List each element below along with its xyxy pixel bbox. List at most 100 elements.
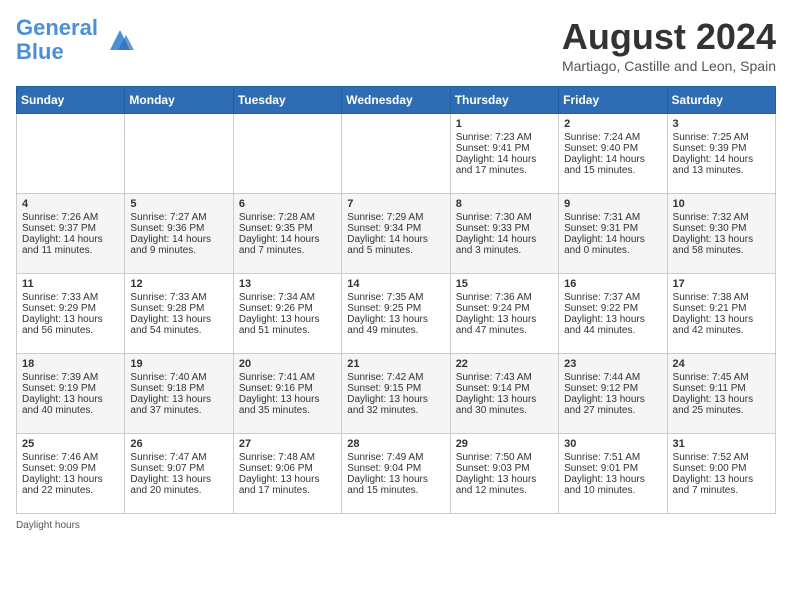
day-info: Sunrise: 7:38 AM: [673, 292, 770, 303]
calendar-cell: 16Sunrise: 7:37 AMSunset: 9:22 PMDayligh…: [559, 274, 667, 354]
day-info: Sunset: 9:12 PM: [564, 383, 661, 394]
day-info: Sunset: 9:30 PM: [673, 223, 770, 234]
day-info: Daylight: 13 hours and 58 minutes.: [673, 234, 770, 256]
calendar-cell: 3Sunrise: 7:25 AMSunset: 9:39 PMDaylight…: [667, 114, 775, 194]
calendar-cell: [233, 114, 341, 194]
day-info: Sunset: 9:19 PM: [22, 383, 119, 394]
calendar-cell: 31Sunrise: 7:52 AMSunset: 9:00 PMDayligh…: [667, 434, 775, 514]
calendar-cell: 24Sunrise: 7:45 AMSunset: 9:11 PMDayligh…: [667, 354, 775, 434]
day-info: Daylight: 13 hours and 22 minutes.: [22, 474, 119, 496]
month-title: August 2024: [562, 16, 776, 58]
calendar-cell: [125, 114, 233, 194]
calendar-cell: 22Sunrise: 7:43 AMSunset: 9:14 PMDayligh…: [450, 354, 558, 434]
day-number: 5: [130, 198, 227, 210]
day-info: Sunrise: 7:44 AM: [564, 372, 661, 383]
day-header-saturday: Saturday: [667, 87, 775, 114]
calendar-cell: 17Sunrise: 7:38 AMSunset: 9:21 PMDayligh…: [667, 274, 775, 354]
day-number: 23: [564, 358, 661, 370]
day-number: 19: [130, 358, 227, 370]
day-info: Sunset: 9:06 PM: [239, 463, 336, 474]
day-info: Sunset: 9:33 PM: [456, 223, 553, 234]
calendar-cell: 8Sunrise: 7:30 AMSunset: 9:33 PMDaylight…: [450, 194, 558, 274]
day-number: 20: [239, 358, 336, 370]
calendar-cell: [342, 114, 450, 194]
calendar-cell: 20Sunrise: 7:41 AMSunset: 9:16 PMDayligh…: [233, 354, 341, 434]
day-info: Daylight: 14 hours and 15 minutes.: [564, 154, 661, 176]
day-info: Sunrise: 7:46 AM: [22, 452, 119, 463]
day-info: Sunset: 9:24 PM: [456, 303, 553, 314]
day-info: Sunset: 9:16 PM: [239, 383, 336, 394]
day-info: Daylight: 14 hours and 9 minutes.: [130, 234, 227, 256]
footer-note: Daylight hours: [16, 520, 776, 531]
day-info: Sunset: 9:41 PM: [456, 143, 553, 154]
day-info: Daylight: 14 hours and 0 minutes.: [564, 234, 661, 256]
week-row-1: 1Sunrise: 7:23 AMSunset: 9:41 PMDaylight…: [17, 114, 776, 194]
calendar-table: SundayMondayTuesdayWednesdayThursdayFrid…: [16, 86, 776, 514]
calendar-cell: 19Sunrise: 7:40 AMSunset: 9:18 PMDayligh…: [125, 354, 233, 434]
calendar-cell: 2Sunrise: 7:24 AMSunset: 9:40 PMDaylight…: [559, 114, 667, 194]
day-info: Sunrise: 7:35 AM: [347, 292, 444, 303]
calendar-cell: 9Sunrise: 7:31 AMSunset: 9:31 PMDaylight…: [559, 194, 667, 274]
day-number: 16: [564, 278, 661, 290]
day-number: 6: [239, 198, 336, 210]
day-info: Daylight: 13 hours and 37 minutes.: [130, 394, 227, 416]
calendar-cell: 28Sunrise: 7:49 AMSunset: 9:04 PMDayligh…: [342, 434, 450, 514]
day-info: Daylight: 13 hours and 20 minutes.: [130, 474, 227, 496]
day-info: Sunset: 9:15 PM: [347, 383, 444, 394]
day-info: Daylight: 13 hours and 25 minutes.: [673, 394, 770, 416]
day-info: Daylight: 14 hours and 7 minutes.: [239, 234, 336, 256]
day-number: 11: [22, 278, 119, 290]
day-info: Daylight: 13 hours and 47 minutes.: [456, 314, 553, 336]
day-info: Daylight: 13 hours and 54 minutes.: [130, 314, 227, 336]
day-info: Daylight: 13 hours and 10 minutes.: [564, 474, 661, 496]
day-info: Daylight: 13 hours and 49 minutes.: [347, 314, 444, 336]
day-number: 30: [564, 438, 661, 450]
day-info: Daylight: 13 hours and 42 minutes.: [673, 314, 770, 336]
day-header-sunday: Sunday: [17, 87, 125, 114]
logo-general: General: [16, 15, 98, 40]
day-info: Sunset: 9:09 PM: [22, 463, 119, 474]
day-info: Sunrise: 7:33 AM: [22, 292, 119, 303]
day-info: Daylight: 13 hours and 51 minutes.: [239, 314, 336, 336]
day-header-thursday: Thursday: [450, 87, 558, 114]
day-info: Sunset: 9:03 PM: [456, 463, 553, 474]
day-info: Sunrise: 7:51 AM: [564, 452, 661, 463]
day-info: Sunset: 9:37 PM: [22, 223, 119, 234]
calendar-cell: 7Sunrise: 7:29 AMSunset: 9:34 PMDaylight…: [342, 194, 450, 274]
day-info: Sunset: 9:35 PM: [239, 223, 336, 234]
day-info: Daylight: 13 hours and 44 minutes.: [564, 314, 661, 336]
calendar-cell: 21Sunrise: 7:42 AMSunset: 9:15 PMDayligh…: [342, 354, 450, 434]
day-info: Sunset: 9:21 PM: [673, 303, 770, 314]
logo: General Blue: [16, 16, 140, 64]
calendar-cell: 27Sunrise: 7:48 AMSunset: 9:06 PMDayligh…: [233, 434, 341, 514]
day-info: Daylight: 13 hours and 7 minutes.: [673, 474, 770, 496]
day-info: Sunset: 9:31 PM: [564, 223, 661, 234]
calendar-cell: 23Sunrise: 7:44 AMSunset: 9:12 PMDayligh…: [559, 354, 667, 434]
day-number: 3: [673, 118, 770, 130]
day-info: Sunset: 9:00 PM: [673, 463, 770, 474]
day-info: Daylight: 13 hours and 15 minutes.: [347, 474, 444, 496]
day-info: Sunrise: 7:32 AM: [673, 212, 770, 223]
day-info: Sunset: 9:04 PM: [347, 463, 444, 474]
day-info: Sunrise: 7:33 AM: [130, 292, 227, 303]
day-info: Sunrise: 7:39 AM: [22, 372, 119, 383]
day-number: 29: [456, 438, 553, 450]
day-info: Daylight: 14 hours and 3 minutes.: [456, 234, 553, 256]
day-info: Sunrise: 7:40 AM: [130, 372, 227, 383]
day-info: Sunrise: 7:48 AM: [239, 452, 336, 463]
day-info: Daylight: 13 hours and 40 minutes.: [22, 394, 119, 416]
day-info: Sunrise: 7:28 AM: [239, 212, 336, 223]
day-info: Sunrise: 7:37 AM: [564, 292, 661, 303]
logo-text: General Blue: [16, 16, 98, 64]
day-info: Sunrise: 7:45 AM: [673, 372, 770, 383]
day-number: 21: [347, 358, 444, 370]
calendar-cell: 18Sunrise: 7:39 AMSunset: 9:19 PMDayligh…: [17, 354, 125, 434]
day-info: Sunset: 9:29 PM: [22, 303, 119, 314]
day-number: 27: [239, 438, 336, 450]
day-info: Daylight: 14 hours and 13 minutes.: [673, 154, 770, 176]
day-number: 9: [564, 198, 661, 210]
day-info: Daylight: 14 hours and 11 minutes.: [22, 234, 119, 256]
calendar-cell: 4Sunrise: 7:26 AMSunset: 9:37 PMDaylight…: [17, 194, 125, 274]
calendar-cell: 12Sunrise: 7:33 AMSunset: 9:28 PMDayligh…: [125, 274, 233, 354]
day-info: Daylight: 13 hours and 12 minutes.: [456, 474, 553, 496]
